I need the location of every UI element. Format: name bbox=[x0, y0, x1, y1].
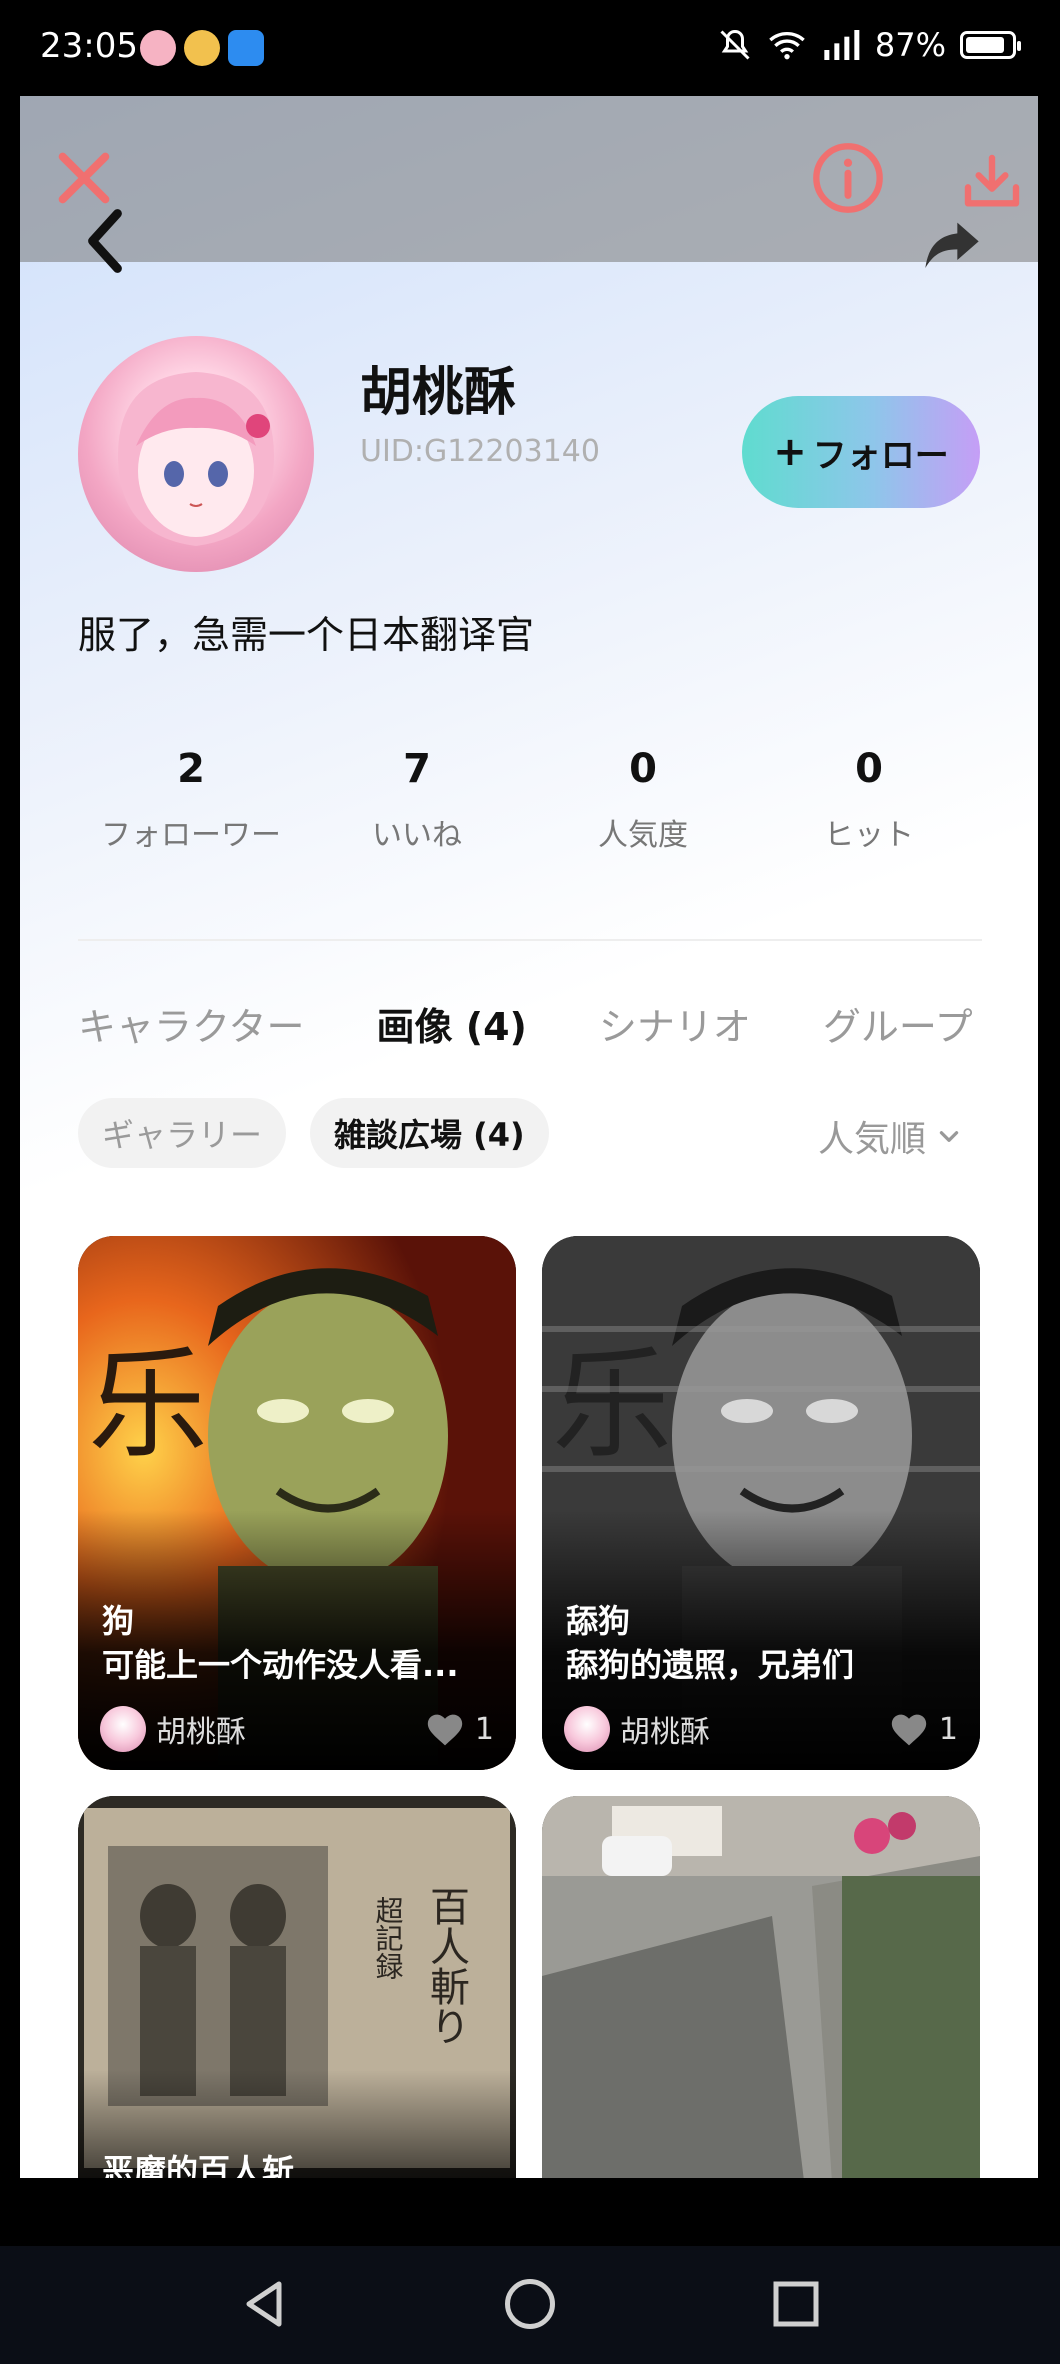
share-icon[interactable] bbox=[920, 214, 984, 274]
heart-icon bbox=[891, 1714, 927, 1746]
profile-uid: UID:G12203140 bbox=[360, 434, 600, 469]
plus-icon: + bbox=[773, 429, 807, 475]
stat-label: ヒット bbox=[824, 818, 914, 853]
clipboard-app-icon bbox=[228, 30, 264, 66]
like-count: 1 bbox=[474, 1711, 494, 1747]
post-footer: 胡桃酥 1 bbox=[100, 1704, 494, 1754]
stat-value: 0 bbox=[855, 746, 883, 792]
game-app-icon bbox=[184, 30, 220, 66]
post-card[interactable] bbox=[542, 1796, 980, 2178]
status-app-icons bbox=[140, 30, 264, 66]
tab-characters[interactable]: キャラクター bbox=[78, 996, 304, 1051]
svg-text:乐: 乐 bbox=[552, 1336, 672, 1475]
follow-button[interactable]: + フォロー bbox=[742, 396, 980, 508]
filter-chips: ギャラリー 雑談広場 (4) bbox=[78, 1098, 549, 1168]
post-title: 恶魔的百人斩 bbox=[102, 2152, 295, 2178]
tab-scenarios[interactable]: シナリオ bbox=[599, 996, 751, 1051]
stat-value: 0 bbox=[629, 746, 657, 792]
like-count: 1 bbox=[938, 1711, 958, 1747]
chip-chat-plaza[interactable]: 雑談広場 (4) bbox=[310, 1098, 549, 1168]
status-indicators: 87% bbox=[717, 26, 1021, 64]
svg-text:乐: 乐 bbox=[88, 1336, 208, 1475]
follow-button-label: フォロー bbox=[812, 435, 949, 476]
stat-value: 2 bbox=[177, 746, 205, 792]
post-footer: 胡桃酥 1 bbox=[564, 1704, 958, 1754]
notification-app-icon bbox=[140, 30, 176, 66]
post-tag: 狗 bbox=[102, 1602, 135, 1640]
battery-percentage: 87% bbox=[874, 26, 946, 64]
signal-icon bbox=[824, 30, 860, 60]
post-tag: 舔狗 bbox=[566, 1602, 631, 1640]
back-icon[interactable] bbox=[80, 206, 130, 276]
like-button[interactable]: 1 bbox=[425, 1711, 494, 1747]
divider bbox=[78, 939, 982, 941]
stat-label: 人気度 bbox=[598, 818, 688, 853]
post-image bbox=[542, 1796, 980, 2178]
post-card[interactable]: 乐 舔狗 舔狗的遗照，兄弟们 胡桃酥 1 bbox=[542, 1236, 980, 1770]
stat-value: 7 bbox=[403, 746, 431, 792]
tab-groups[interactable]: グループ bbox=[823, 996, 973, 1051]
avatar bbox=[564, 1706, 610, 1752]
stat-label: いいね bbox=[372, 818, 462, 853]
status-bar: 23:05 87% bbox=[0, 0, 1060, 96]
like-button[interactable]: 1 bbox=[889, 1711, 958, 1747]
content-tabs: キャラクター 画像 (4) シナリオ グループ bbox=[78, 996, 1038, 1051]
sort-label: 人気順 bbox=[818, 1119, 927, 1160]
avatar-illustration bbox=[118, 372, 274, 546]
battery-level bbox=[966, 37, 1005, 53]
profile-bio: 服了，急需一个日本翻译官 bbox=[78, 613, 535, 657]
battery-icon bbox=[960, 31, 1021, 59]
recents-square-icon[interactable] bbox=[766, 2274, 826, 2334]
svg-text:百人斬り: 百人斬り bbox=[423, 1886, 469, 2046]
stat-followers[interactable]: 2 フォローワー bbox=[78, 746, 304, 854]
profile-name: 胡桃酥 bbox=[360, 363, 517, 423]
post-title: 舔狗的遗照，兄弟们 bbox=[566, 1646, 855, 1684]
info-icon[interactable] bbox=[810, 140, 886, 216]
stat-label: フォローワー bbox=[101, 818, 281, 853]
svg-text:超記録: 超記録 bbox=[372, 1896, 405, 1980]
stat-hits[interactable]: 0 ヒット bbox=[756, 746, 982, 854]
stat-popularity[interactable]: 0 人気度 bbox=[530, 746, 756, 854]
profile-screen: 胡桃酥 UID:G12203140 + フォロー 服了，急需一个日本翻译官 2 … bbox=[20, 96, 1038, 2178]
system-nav-bar bbox=[0, 2246, 1060, 2364]
profile-stats: 2 フォローワー 7 いいね 0 人気度 0 ヒット bbox=[78, 746, 982, 854]
status-time: 23:05 bbox=[40, 26, 138, 66]
post-author: 胡桃酥 bbox=[620, 1715, 710, 1750]
home-circle-icon[interactable] bbox=[500, 2274, 560, 2334]
avatar bbox=[100, 1706, 146, 1752]
download-icon[interactable] bbox=[960, 150, 1024, 214]
avatar[interactable] bbox=[78, 336, 314, 572]
chip-gallery[interactable]: ギャラリー bbox=[78, 1098, 287, 1168]
stat-likes[interactable]: 7 いいね bbox=[304, 746, 530, 854]
tab-images[interactable]: 画像 (4) bbox=[376, 996, 526, 1051]
post-author: 胡桃酥 bbox=[156, 1715, 246, 1750]
close-icon[interactable] bbox=[52, 146, 116, 210]
post-card[interactable]: 乐 狗 可能上一个动作没人看... 胡桃酥 1 bbox=[78, 1236, 516, 1770]
bell-off-icon bbox=[720, 29, 750, 60]
wifi-icon bbox=[769, 32, 805, 60]
post-title: 可能上一个动作没人看... bbox=[102, 1646, 459, 1684]
chevron-down-icon bbox=[939, 1131, 959, 1142]
post-card[interactable]: 百人斬り 超記録 恶魔的百人斩 bbox=[78, 1796, 516, 2178]
back-triangle-icon[interactable] bbox=[234, 2274, 294, 2334]
sort-dropdown[interactable]: 人気順 bbox=[818, 1110, 962, 1162]
heart-icon bbox=[427, 1714, 463, 1746]
